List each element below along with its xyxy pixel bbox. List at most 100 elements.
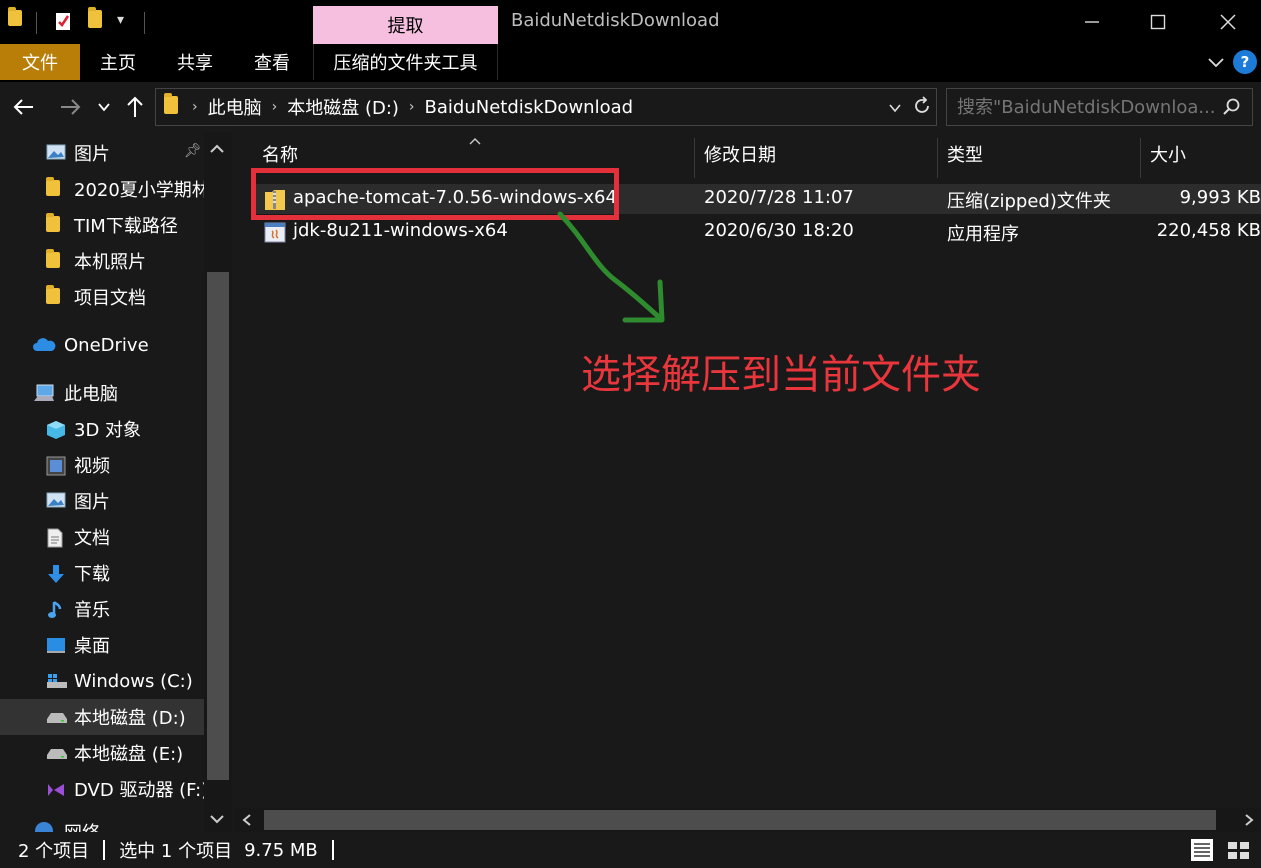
table-row[interactable]: jdk-8u211-windows-x64 2020/6/30 18:20 应用… (252, 217, 1261, 247)
sidebar-item-tim-download[interactable]: TIM下载路径 (0, 207, 204, 243)
column-divider[interactable] (1140, 138, 1141, 178)
sidebar-item-drive-d[interactable]: 本地磁盘 (D:) (0, 699, 204, 735)
sidebar-item-local-photos[interactable]: 本机照片 (0, 243, 204, 279)
horizontal-scroll-thumb[interactable] (264, 810, 1216, 830)
sidebar-item-label: 本机照片 (74, 252, 146, 273)
annotation-text: 选择解压到当前文件夹 (581, 352, 981, 398)
sidebar-item-drive-c[interactable]: Windows (C:) (0, 663, 204, 699)
properties-icon[interactable] (54, 10, 72, 32)
chevron-right-icon[interactable]: › (192, 99, 198, 115)
sidebar-item-desktop[interactable]: 桌面 (0, 627, 204, 663)
address-bar[interactable]: › 此电脑 › 本地磁盘 (D:) › BaiduNetdiskDownload (155, 88, 937, 126)
search-icon[interactable] (1222, 97, 1242, 122)
search-input[interactable] (957, 96, 1227, 118)
breadcrumb-baidu-folder[interactable]: BaiduNetdiskDownload (425, 97, 634, 118)
sidebar-item-label: 文档 (74, 528, 110, 549)
navigation-pane: 图片 📌︎ 2020夏小学期林 TIM下载路径 本机照片 项目文档 OneDri… (0, 132, 232, 832)
computer-icon (32, 384, 56, 402)
sidebar-item-2020-summer[interactable]: 2020夏小学期林 (0, 171, 204, 207)
file-date: 2020/6/30 18:20 (704, 220, 854, 241)
back-button[interactable] (10, 92, 38, 122)
folder-icon (164, 92, 178, 119)
file-date: 2020/7/28 11:07 (704, 187, 854, 208)
column-header-date[interactable]: 修改日期 (704, 132, 776, 176)
tab-share[interactable]: 共享 (156, 44, 234, 80)
sidebar-item-3d-objects[interactable]: 3D 对象 (0, 411, 204, 447)
sidebar-item-label: 视频 (74, 456, 110, 477)
expand-ribbon-icon[interactable] (1206, 52, 1226, 77)
3d-objects-icon (46, 420, 66, 439)
pin-icon[interactable]: 📌︎ (184, 143, 202, 159)
folder-icon (46, 213, 66, 234)
item-count: 2 个项目 (18, 841, 90, 862)
sidebar-item-downloads[interactable]: 下载 (0, 555, 204, 591)
close-button[interactable] (1198, 4, 1258, 40)
videos-icon (46, 456, 66, 476)
breadcrumb-this-pc[interactable]: 此电脑 (208, 94, 262, 120)
sidebar-item-label: 本地磁盘 (E:) (74, 744, 184, 765)
breadcrumb-drive-d[interactable]: 本地磁盘 (D:) (287, 94, 399, 120)
sidebar-item-pictures[interactable]: 图片 (0, 483, 204, 519)
sidebar-item-drive-e[interactable]: 本地磁盘 (E:) (0, 735, 204, 771)
tab-file[interactable]: 文件 (0, 44, 80, 80)
sidebar-item-label: 音乐 (74, 600, 110, 621)
window-title: BaiduNetdiskDownload (511, 10, 720, 31)
ribbon-tabs: 文件 主页 共享 查看 压缩的文件夹工具 ? (0, 44, 1261, 82)
details-view-icon[interactable] (1190, 838, 1214, 867)
folder-icon (46, 249, 66, 270)
divider (36, 12, 37, 34)
search-box[interactable] (946, 88, 1253, 126)
column-divider[interactable] (694, 138, 695, 178)
large-icons-view-icon[interactable] (1226, 838, 1252, 867)
minimize-button[interactable] (1062, 4, 1122, 40)
sidebar-item-label: 2020夏小学期林 (74, 180, 204, 201)
new-folder-icon[interactable] (88, 7, 106, 32)
sidebar-item-videos[interactable]: 视频 (0, 447, 204, 483)
maximize-button[interactable] (1128, 4, 1188, 40)
up-button[interactable] (122, 92, 148, 122)
sidebar-item-label: Windows (C:) (74, 670, 193, 692)
sidebar-item-project-docs[interactable]: 项目文档 (0, 279, 204, 315)
title-bar: ▾ 提取 BaiduNetdiskDownload (0, 0, 1261, 44)
scroll-left-icon[interactable] (240, 812, 254, 833)
download-icon (46, 564, 66, 583)
sidebar-item-label: 项目文档 (74, 288, 146, 309)
folder-icon (46, 285, 66, 306)
refresh-icon[interactable] (912, 95, 932, 122)
sidebar-item-label: 桌面 (74, 636, 110, 657)
sidebar-item-dvd-f[interactable]: DVD 驱动器 (F:) (0, 771, 204, 807)
status-bar: 2 个项目 选中 1 个项目 9.75 MB (0, 832, 1261, 868)
sidebar-item-label: OneDrive (64, 334, 149, 356)
sidebar-item-documents[interactable]: 文档 (0, 519, 204, 555)
tab-compressed-folder-tools[interactable]: 压缩的文件夹工具 (313, 44, 498, 80)
sidebar-item-onedrive[interactable]: OneDrive (0, 327, 204, 363)
sidebar-item-music[interactable]: 音乐 (0, 591, 204, 627)
sidebar-item-this-pc[interactable]: 此电脑 (0, 375, 204, 411)
column-divider[interactable] (937, 138, 938, 178)
sidebar-item-network[interactable]: 网络 (0, 819, 204, 832)
chevron-right-icon[interactable]: › (409, 99, 415, 115)
address-dropdown-icon[interactable] (888, 99, 902, 120)
tab-view[interactable]: 查看 (234, 44, 310, 80)
forward-button[interactable] (56, 92, 84, 122)
dvd-icon (46, 780, 66, 798)
customize-toolbar-icon[interactable]: ▾ (117, 12, 124, 28)
file-size: 9,993 KB (1179, 187, 1261, 208)
tab-extract-context[interactable]: 提取 (313, 6, 498, 44)
selection-size: 9.75 MB (244, 839, 318, 861)
recent-locations-icon[interactable] (94, 92, 114, 122)
scroll-down-icon[interactable] (208, 810, 226, 831)
tab-home[interactable]: 主页 (80, 44, 156, 80)
column-header-size[interactable]: 大小 (1150, 132, 1186, 176)
windows-drive-icon (46, 672, 67, 690)
help-icon[interactable]: ? (1233, 50, 1257, 74)
chevron-right-icon[interactable]: › (272, 99, 278, 115)
column-header-type[interactable]: 类型 (947, 132, 983, 176)
sidebar-item-pictures-quick[interactable]: 图片 📌︎ (0, 135, 204, 171)
sidebar-item-label: 图片 (74, 144, 110, 165)
sidebar-item-label: 图片 (74, 492, 110, 513)
sidebar-item-label: 此电脑 (64, 384, 118, 405)
scroll-right-icon[interactable] (1242, 812, 1256, 833)
sidebar-scroll-thumb[interactable] (207, 272, 229, 780)
scroll-up-icon[interactable] (208, 140, 226, 161)
